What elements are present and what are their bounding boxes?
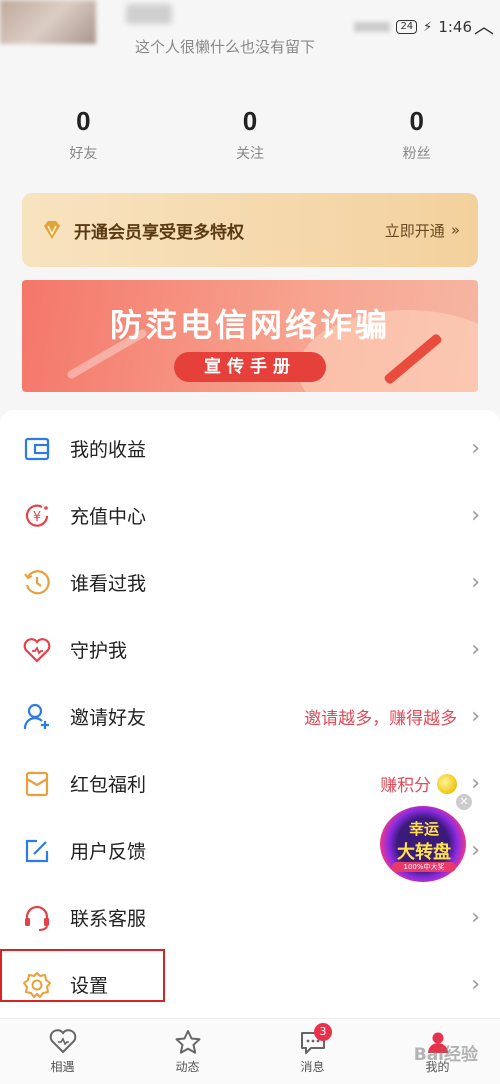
menu-list: 我的收益 › ¥ 充值中心 › 谁看过我 › 守护我 › 邀请好友 邀请越多，赚… — [0, 410, 500, 1018]
tab-meet[interactable]: 相遇 — [0, 1019, 125, 1084]
stat-label: 好友 — [69, 146, 98, 162]
menu-item-visitors[interactable]: 谁看过我 › — [0, 549, 500, 616]
menu-item-invite[interactable]: 邀请好友 邀请越多，赚得越多 › — [0, 683, 500, 750]
headset-icon — [22, 903, 52, 933]
chevron-right-icon: › — [471, 637, 480, 662]
lucky-wheel-line1: 幸运 — [408, 820, 439, 838]
points-promo-text: 赚积分 — [380, 776, 432, 796]
star-icon — [175, 1029, 200, 1054]
menu-item-label: 我的收益 — [70, 439, 147, 461]
tab-label: 相遇 — [50, 1059, 75, 1074]
red-packet-icon — [22, 769, 52, 799]
banner-subtitle: 宣传手册 — [174, 352, 326, 382]
coin-icon — [437, 773, 458, 794]
yuan-icon: ¥ — [22, 501, 52, 531]
wallet-icon — [22, 434, 52, 464]
chevron-right-icon: › — [471, 838, 480, 863]
chevron-right-icon: › — [471, 905, 480, 930]
banner-title: 防范电信网络诈骗 — [109, 306, 390, 344]
stat-fans[interactable]: 0 粉丝 — [333, 106, 500, 163]
tab-moments[interactable]: 动态 — [125, 1019, 250, 1084]
profile-bio: 这个人很懒什么也没有留下 — [134, 38, 315, 56]
vip-open-button[interactable]: 立即开通 — [385, 220, 445, 241]
anti-fraud-banner[interactable]: 防范电信网络诈骗 宣传手册 — [22, 280, 478, 392]
menu-item-label: 充值中心 — [70, 506, 147, 528]
stat-label: 关注 — [236, 146, 264, 162]
gear-icon — [22, 970, 52, 1000]
lucky-wheel-line3: 100%中大奖 — [392, 862, 456, 872]
menu-item-recharge[interactable]: ¥ 充值中心 › — [0, 482, 500, 549]
invite-promo-text: 邀请越多，赚得越多 — [304, 709, 458, 729]
chevron-right-icon: › — [471, 503, 480, 528]
close-icon[interactable]: ✕ — [456, 794, 472, 810]
chevron-right-icon: › — [471, 570, 480, 595]
menu-item-guard[interactable]: 守护我 › — [0, 616, 500, 683]
stat-number: 0 — [409, 106, 424, 136]
add-user-icon — [22, 702, 52, 732]
profile-header: 24 ⚡ 1:46 ︿ 这个人很懒什么也没有留下 0 好友 0 关注 0 粉丝 … — [0, 0, 500, 410]
status-bar: 24 ⚡ 1:46 — [354, 18, 472, 36]
heart-icon — [22, 635, 52, 665]
clock-icon — [22, 568, 52, 598]
lightning-icon: ⚡ — [423, 19, 433, 35]
username-blurred — [126, 4, 172, 24]
menu-item-label: 联系客服 — [70, 908, 147, 930]
unread-badge: 3 — [314, 1023, 332, 1041]
stat-number: 0 — [76, 106, 91, 136]
menu-item-label: 谁看过我 — [70, 573, 147, 595]
menu-item-settings[interactable]: 设置 › — [0, 951, 500, 1018]
stat-label: 粉丝 — [402, 146, 431, 162]
chevron-right-icon: › — [471, 771, 480, 796]
chevron-right-icon: › — [471, 972, 480, 997]
watermark: Bai经验 — [413, 1045, 478, 1065]
menu-item-label: 邀请好友 — [70, 707, 147, 729]
stat-number: 0 — [242, 106, 258, 136]
signal-icon — [354, 22, 391, 32]
heart-outline-icon — [49, 1028, 76, 1053]
double-chevron-icon: » — [450, 221, 460, 239]
lucky-wheel-line2: 大转盘 — [397, 842, 451, 863]
diamond-icon — [44, 221, 60, 239]
vip-text: 开通会员享受更多特权 — [74, 222, 244, 243]
vip-card[interactable]: 开通会员享受更多特权 立即开通 » — [22, 193, 478, 267]
tab-label: 动态 — [175, 1059, 200, 1074]
menu-item-label: 设置 — [70, 975, 109, 997]
menu-item-label: 红包福利 — [70, 774, 147, 796]
menu-item-label: 守护我 — [70, 640, 128, 662]
svg-text:¥: ¥ — [33, 510, 41, 525]
chevron-right-icon: › — [471, 436, 480, 461]
points-promo: 赚积分 — [380, 771, 458, 796]
stat-friends[interactable]: 0 好友 — [0, 106, 167, 163]
battery-icon: 24 — [396, 20, 418, 34]
tab-messages[interactable]: 消息 3 — [250, 1019, 375, 1084]
tab-label: 消息 — [300, 1059, 325, 1074]
menu-item-earnings[interactable]: 我的收益 › — [0, 415, 500, 482]
chevron-up-icon[interactable]: ︿ — [474, 10, 494, 39]
status-time: 1:46 — [438, 18, 472, 36]
stat-following[interactable]: 0 关注 — [167, 106, 334, 163]
edit-icon — [22, 836, 52, 866]
lucky-wheel-float[interactable]: 幸运 大转盘 100%中大奖 ✕ — [378, 794, 472, 888]
stats-bar: 0 好友 0 关注 0 粉丝 — [0, 106, 500, 163]
chevron-right-icon: › — [471, 704, 480, 729]
menu-item-customer-service[interactable]: 联系客服 › — [0, 884, 500, 951]
